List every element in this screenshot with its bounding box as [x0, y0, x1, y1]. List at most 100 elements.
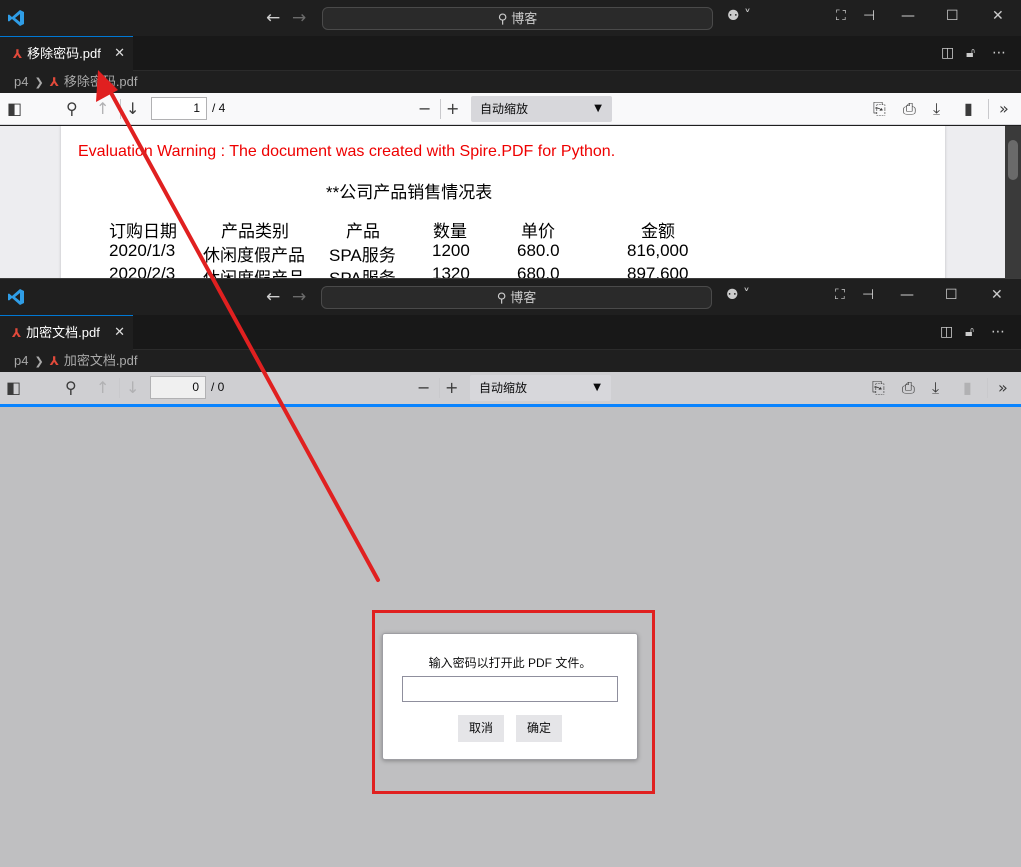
bookmark-icon[interactable]: ▮: [963, 378, 972, 398]
tools-menu-icon[interactable]: »: [999, 99, 1009, 119]
sidebar-toggle-icon[interactable]: ◧: [7, 99, 22, 119]
command-center-search[interactable]: ⚲ 博客: [321, 286, 712, 309]
table-cell: 休闲度假产品: [203, 264, 305, 278]
chevron-right-icon: ❯: [34, 355, 44, 368]
open-file-icon[interactable]: ⎘: [873, 99, 886, 119]
split-editor-icon[interactable]: ◫: [940, 324, 953, 340]
minimize-icon[interactable]: —: [900, 287, 914, 303]
table-cell: 休闲度假产品: [203, 246, 305, 265]
title-bar: ← → ⚲ 博客 ⚉ ˅ ⛶ ⊣ — ☐ ✕: [0, 0, 1021, 36]
page-number-input[interactable]: 1: [151, 97, 207, 120]
close-window-icon[interactable]: ✕: [992, 8, 1004, 24]
table-cell: SPA服务: [329, 264, 396, 278]
arrow-right-icon[interactable]: →: [292, 8, 306, 28]
table-cell: 2020/1/3: [109, 241, 176, 260]
unlock-icon[interactable]: 🔓︎: [966, 45, 975, 61]
zoom-out-icon[interactable]: −: [417, 378, 430, 398]
more-actions-icon[interactable]: ⋯: [992, 45, 1006, 61]
pdf-page: Evaluation Warning : The document was cr…: [61, 126, 945, 278]
search-icon: ⚲: [496, 291, 507, 306]
divider: [439, 378, 440, 398]
pdf-toolbar: ◧ ⚲ ↑ ↓ 1 / 4 − + 自动缩放 ▼ ⎘ ⎙ ⤓ ▮ »: [0, 93, 1021, 125]
column-header: 金额: [641, 222, 675, 241]
page-number-input[interactable]: 0: [150, 376, 206, 399]
column-header: 数量: [433, 222, 467, 241]
pdf-file-icon: ⅄: [13, 47, 23, 61]
close-tab-icon[interactable]: ✕: [114, 37, 125, 71]
zoom-in-icon[interactable]: +: [445, 378, 458, 398]
print-icon[interactable]: ⎙: [902, 378, 915, 398]
fullscreen-icon[interactable]: ⛶: [836, 8, 846, 24]
arrow-right-icon[interactable]: →: [292, 287, 306, 307]
tab-encrypted-document[interactable]: ⅄ 加密文档.pdf ✕: [0, 315, 133, 350]
scrollbar-thumb[interactable]: [1008, 140, 1018, 180]
column-header: 单价: [521, 222, 555, 241]
open-file-icon[interactable]: ⎘: [872, 378, 885, 398]
close-window-icon[interactable]: ✕: [991, 287, 1003, 303]
arrow-left-icon[interactable]: ←: [266, 287, 280, 307]
command-center-search[interactable]: ⚲ 博客: [322, 7, 713, 30]
zoom-select[interactable]: 自动缩放 ▼: [471, 96, 612, 122]
breadcrumb-file[interactable]: 加密文档.pdf: [64, 353, 138, 368]
zoom-value: 自动缩放: [479, 381, 528, 395]
next-page-icon[interactable]: ↓: [126, 99, 139, 119]
download-icon[interactable]: ⤓: [933, 99, 940, 119]
zoom-select[interactable]: 自动缩放 ▼: [470, 375, 611, 401]
fullscreen-icon[interactable]: ⛶: [835, 287, 845, 303]
arrow-left-icon[interactable]: ←: [266, 8, 280, 28]
column-header: 订购日期: [109, 222, 177, 241]
table-cell: 1320: [432, 264, 470, 278]
zoom-out-icon[interactable]: −: [418, 99, 431, 119]
breadcrumb-folder[interactable]: p4: [14, 353, 28, 368]
split-editor-icon[interactable]: ◫: [941, 45, 954, 61]
pdf-viewer[interactable]: Evaluation Warning : The document was cr…: [0, 126, 1021, 278]
close-tab-icon[interactable]: ✕: [114, 316, 125, 350]
page-count: / 0: [211, 380, 225, 394]
search-text: 博客: [511, 11, 538, 26]
search-icon[interactable]: ⚲: [65, 378, 77, 398]
bookmark-icon[interactable]: ▮: [964, 99, 973, 119]
print-icon[interactable]: ⎙: [903, 99, 916, 119]
zoom-in-icon[interactable]: +: [446, 99, 459, 119]
tab-label: 移除密码.pdf: [27, 46, 101, 61]
vscode-logo-icon: [8, 10, 24, 26]
maximize-icon[interactable]: ☐: [945, 287, 958, 303]
breadcrumb: p4 ❯ ⅄ 加密文档.pdf: [0, 350, 1021, 372]
title-bar: ← → ⚲ 博客 ⚉ ˅ ⛶ ⊣ — ☐ ✕: [0, 279, 1021, 315]
document-title: **公司产品销售情况表: [326, 183, 493, 202]
breadcrumb-file[interactable]: 移除密码.pdf: [64, 74, 138, 89]
column-header: 产品类别: [221, 222, 289, 241]
breadcrumb: p4 ❯ ⅄ 移除密码.pdf: [0, 71, 1021, 93]
unlock-icon[interactable]: 🔓︎: [965, 324, 974, 340]
minimize-icon[interactable]: —: [901, 8, 915, 24]
copilot-icon[interactable]: ⚉ ˅: [726, 287, 750, 303]
breadcrumb-folder[interactable]: p4: [14, 74, 28, 89]
download-icon[interactable]: ⤓: [932, 378, 939, 398]
tools-menu-icon[interactable]: »: [998, 378, 1008, 398]
sidebar-toggle-icon[interactable]: ◧: [6, 378, 21, 398]
table-cell: 680.0: [517, 241, 560, 260]
previous-page-icon[interactable]: ↑: [96, 378, 109, 398]
next-page-icon[interactable]: ↓: [126, 378, 139, 398]
vscode-logo-icon: [8, 289, 24, 305]
pin-icon[interactable]: ⊣: [863, 8, 875, 24]
annotation-highlight-box: [372, 610, 655, 794]
more-actions-icon[interactable]: ⋯: [991, 324, 1005, 340]
previous-page-icon[interactable]: ↑: [96, 99, 109, 119]
divider: [987, 378, 988, 398]
tab-remove-password[interactable]: ⅄ 移除密码.pdf ✕: [0, 36, 133, 71]
vertical-scrollbar[interactable]: [1005, 126, 1021, 278]
pdf-file-icon: ⅄: [49, 75, 59, 89]
pin-icon[interactable]: ⊣: [862, 287, 874, 303]
copilot-icon[interactable]: ⚉ ˅: [727, 8, 751, 24]
maximize-icon[interactable]: ☐: [946, 8, 959, 24]
tab-bar: ⅄ 加密文档.pdf ✕ ◫ 🔓︎ ⋯: [0, 315, 1021, 350]
column-header: 产品: [346, 222, 380, 241]
divider: [988, 99, 989, 119]
search-icon: ⚲: [497, 12, 508, 27]
search-icon[interactable]: ⚲: [66, 99, 78, 119]
page-count: / 4: [212, 101, 226, 115]
chevron-down-icon: ▼: [593, 382, 601, 393]
table-cell: 897,600: [627, 264, 689, 278]
table-cell: 1200: [432, 241, 470, 260]
